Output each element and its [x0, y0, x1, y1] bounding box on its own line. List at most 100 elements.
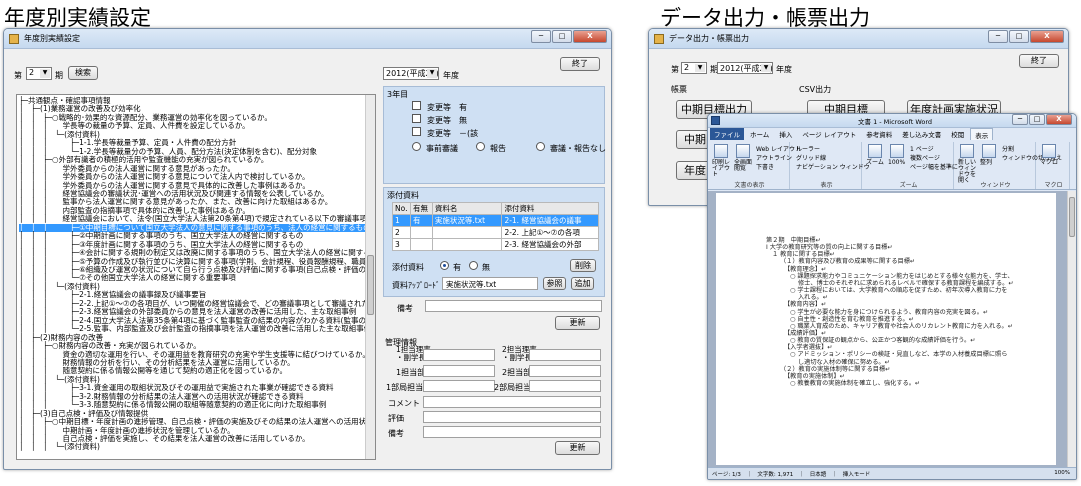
- resp1-input[interactable]: [423, 349, 495, 361]
- close-button[interactable]: X: [1046, 114, 1072, 125]
- tree-scrollbar[interactable]: [365, 95, 375, 459]
- document-paragraph[interactable]: 修士、博士のそれぞれに求められるレベルで確保する教育課程を編成する。↵: [798, 280, 1014, 287]
- export-year-select[interactable]: 2012(平成24) ▼: [717, 62, 773, 74]
- ribbon-button[interactable]: ズーム: [866, 160, 888, 166]
- delete-button[interactable]: 削除: [570, 259, 596, 272]
- ribbon-button[interactable]: 全画面閲覧: [734, 160, 756, 172]
- upload-path-input[interactable]: 実施状況等.txt: [442, 277, 538, 290]
- resp2-input[interactable]: [529, 349, 601, 361]
- attach-no-radio[interactable]: [469, 261, 478, 270]
- ribbon-button[interactable]: ページ幅を基準に: [910, 162, 958, 171]
- zoom-level: 100%: [1054, 470, 1070, 476]
- document-paragraph[interactable]: ○ 自主性・創造性を育む教育を推進する。↵: [790, 316, 914, 323]
- period-suffix: 期: [55, 71, 63, 80]
- document-paragraph[interactable]: ○ 学士課程においては、大学教育への順応を促すため、初年次導入教育に力を: [790, 287, 1007, 294]
- table-cell: [431, 226, 503, 239]
- ribbon-tab[interactable]: ページ レイアウト: [798, 128, 860, 140]
- ribbon-button[interactable]: グリッド線: [796, 153, 826, 162]
- ribbon-group: 新しいウィンドウを開く 整列 分割 ウィンドウの切り替え ウィンドウ: [956, 142, 1062, 189]
- dept2-input[interactable]: [529, 365, 601, 377]
- document-scrollbar[interactable]: [1067, 191, 1076, 467]
- add-button[interactable]: 追加: [571, 277, 594, 290]
- scrollbar-thumb[interactable]: [367, 255, 374, 315]
- table-cell: 2: [392, 226, 411, 239]
- ribbon-tab[interactable]: 差し込み文書: [898, 128, 945, 140]
- ribbon-button[interactable]: ナビゲーション ウィンドウ: [796, 162, 870, 171]
- ribbon-tab[interactable]: ファイル: [710, 128, 744, 140]
- export-period-select[interactable]: 2 ▼: [681, 62, 707, 74]
- table-cell: 3: [392, 238, 411, 251]
- close-button[interactable]: X: [573, 30, 607, 43]
- ribbon-button[interactable]: 複数ページ: [910, 153, 940, 162]
- note-input[interactable]: [423, 426, 601, 438]
- ribbon-tab[interactable]: ホーム: [746, 128, 773, 140]
- update-button[interactable]: 更新: [555, 316, 600, 330]
- year-select[interactable]: 2012(平成24) ▼: [383, 67, 439, 80]
- tree-node[interactable]: │ │ │ └─(添付資料): [19, 442, 100, 451]
- table-row[interactable]: 3 2-3. 経営協議会の外部: [392, 238, 599, 251]
- close-button[interactable]: X: [1030, 30, 1064, 43]
- document-paragraph[interactable]: （２）教育の実施体制等に関する目標↵: [780, 366, 890, 373]
- period-select[interactable]: 2 ▼: [26, 67, 52, 80]
- ribbon-tab[interactable]: 挿入: [775, 128, 796, 140]
- ribbon-button[interactable]: 下書き: [756, 162, 774, 171]
- minimize-button[interactable]: ─: [988, 30, 1008, 43]
- attach-yes-radio[interactable]: [440, 261, 449, 270]
- document-paragraph[interactable]: ○ 職業人育成のため、キャリア教育や社会人のリカレント教育に力を入れる。↵: [790, 323, 1013, 330]
- minimize-button[interactable]: ─: [531, 30, 551, 43]
- ribbon-tab[interactable]: 校閲: [947, 128, 968, 140]
- attachments-table[interactable]: No. 有無 資料名 添付資料 1 有実施状況等.txt 2-1. 経営協議会の議事 2 2-2…: [392, 202, 599, 251]
- person1-input[interactable]: [423, 380, 495, 392]
- ribbon-group: ズーム 100% 1 ページ 複数ページ ページ幅を基準に ズーム: [864, 142, 958, 189]
- exit-button[interactable]: 終了: [560, 57, 600, 71]
- table-row[interactable]: 2 2-2. 上記①～⑦の各項: [392, 226, 599, 239]
- document-paragraph[interactable]: 【教育理念】↵: [784, 266, 826, 273]
- ribbon-button[interactable]: 1 ページ: [910, 144, 934, 153]
- ribbon-button[interactable]: ルーラー: [796, 144, 820, 153]
- radio-report[interactable]: [476, 142, 485, 151]
- radio-before-review[interactable]: [412, 142, 421, 151]
- ribbon-button[interactable]: 100%: [888, 160, 910, 166]
- change-yes-checkbox[interactable]: [412, 101, 421, 110]
- document-paragraph[interactable]: し適切な入材の確保に努める。↵: [798, 359, 890, 366]
- table-cell: 実施状況等.txt: [431, 214, 503, 227]
- minimize-button[interactable]: ─: [1012, 114, 1028, 125]
- ribbon-group-label: ズーム: [899, 182, 918, 189]
- item-tree[interactable]: ├─共通観点・確認事項情報 │ ├─(1)業務運営の改善及び効率化 │ │ ├─○戦…: [16, 94, 376, 460]
- scrollbar-thumb[interactable]: [1069, 197, 1075, 237]
- browse-button[interactable]: 参照: [543, 277, 566, 290]
- search-button[interactable]: 検索: [68, 66, 98, 80]
- dept1-input[interactable]: [423, 365, 495, 377]
- ribbon-tab[interactable]: 参考資料: [862, 128, 896, 140]
- document-paragraph[interactable]: ○ アドミッション・ポリシーの検証・見直しなど、本学の入材養成目標に照ら: [790, 351, 1007, 358]
- eval-input[interactable]: [423, 411, 601, 423]
- word-statusbar: ページ: 1/3 ｜ 文字数: 1,971 ｜ 日本語 ｜ 挿入モード 100%: [708, 467, 1076, 479]
- ribbon-button-icon: [868, 144, 882, 158]
- export-exit-button[interactable]: 終了: [1019, 54, 1059, 68]
- ribbon-button[interactable]: 印刷レイアウト: [712, 160, 734, 178]
- maximize-button[interactable]: □: [1009, 30, 1029, 43]
- document-paragraph[interactable]: 【教育内容】↵: [784, 301, 826, 308]
- change-no-checkbox[interactable]: [412, 114, 421, 123]
- document-paragraph[interactable]: （１）教育内容及び教育の成果等に関する目標↵: [780, 258, 915, 265]
- document-page[interactable]: 第２期 中期目標↵ Ⅰ 大学の教育研究等の質の向上に関する目標↵ １ 教育に関する目…: [716, 193, 1056, 465]
- table-header[interactable]: No. 有無 資料名 添付資料: [392, 202, 599, 215]
- update2-button[interactable]: 更新: [555, 441, 600, 455]
- ribbon-tab[interactable]: 表示: [970, 128, 994, 140]
- maximize-button[interactable]: □: [1029, 114, 1045, 125]
- document-paragraph[interactable]: 【教育の実施体制】↵: [784, 373, 845, 380]
- document-paragraph[interactable]: ○ 学生が必要な能力を身につけられるよう、教育内容の充実を図る。↵: [790, 309, 988, 316]
- ribbon-button[interactable]: 分割: [1002, 144, 1014, 153]
- radio-none[interactable]: [536, 142, 545, 151]
- memo-input[interactable]: [425, 300, 602, 312]
- table-row[interactable]: 1 有実施状況等.txt 2-1. 経営協議会の議事: [392, 214, 599, 227]
- person2-input[interactable]: [529, 380, 601, 392]
- ribbon-button[interactable]: マクロ: [1040, 160, 1062, 166]
- document-paragraph[interactable]: ○ 教養教育の実施体制を確立し、強化する。↵: [790, 380, 920, 387]
- maximize-button[interactable]: □: [552, 30, 572, 43]
- document-paragraph[interactable]: ○ 課題探求能力やコミュニケーション能力をはじめとする様々な能力を、学士、: [790, 273, 1014, 280]
- change-none-checkbox[interactable]: [412, 127, 421, 136]
- comment-input[interactable]: [423, 396, 601, 408]
- ribbon-button[interactable]: アウトライン: [756, 153, 792, 162]
- ribbon-button[interactable]: 整列: [980, 160, 1002, 166]
